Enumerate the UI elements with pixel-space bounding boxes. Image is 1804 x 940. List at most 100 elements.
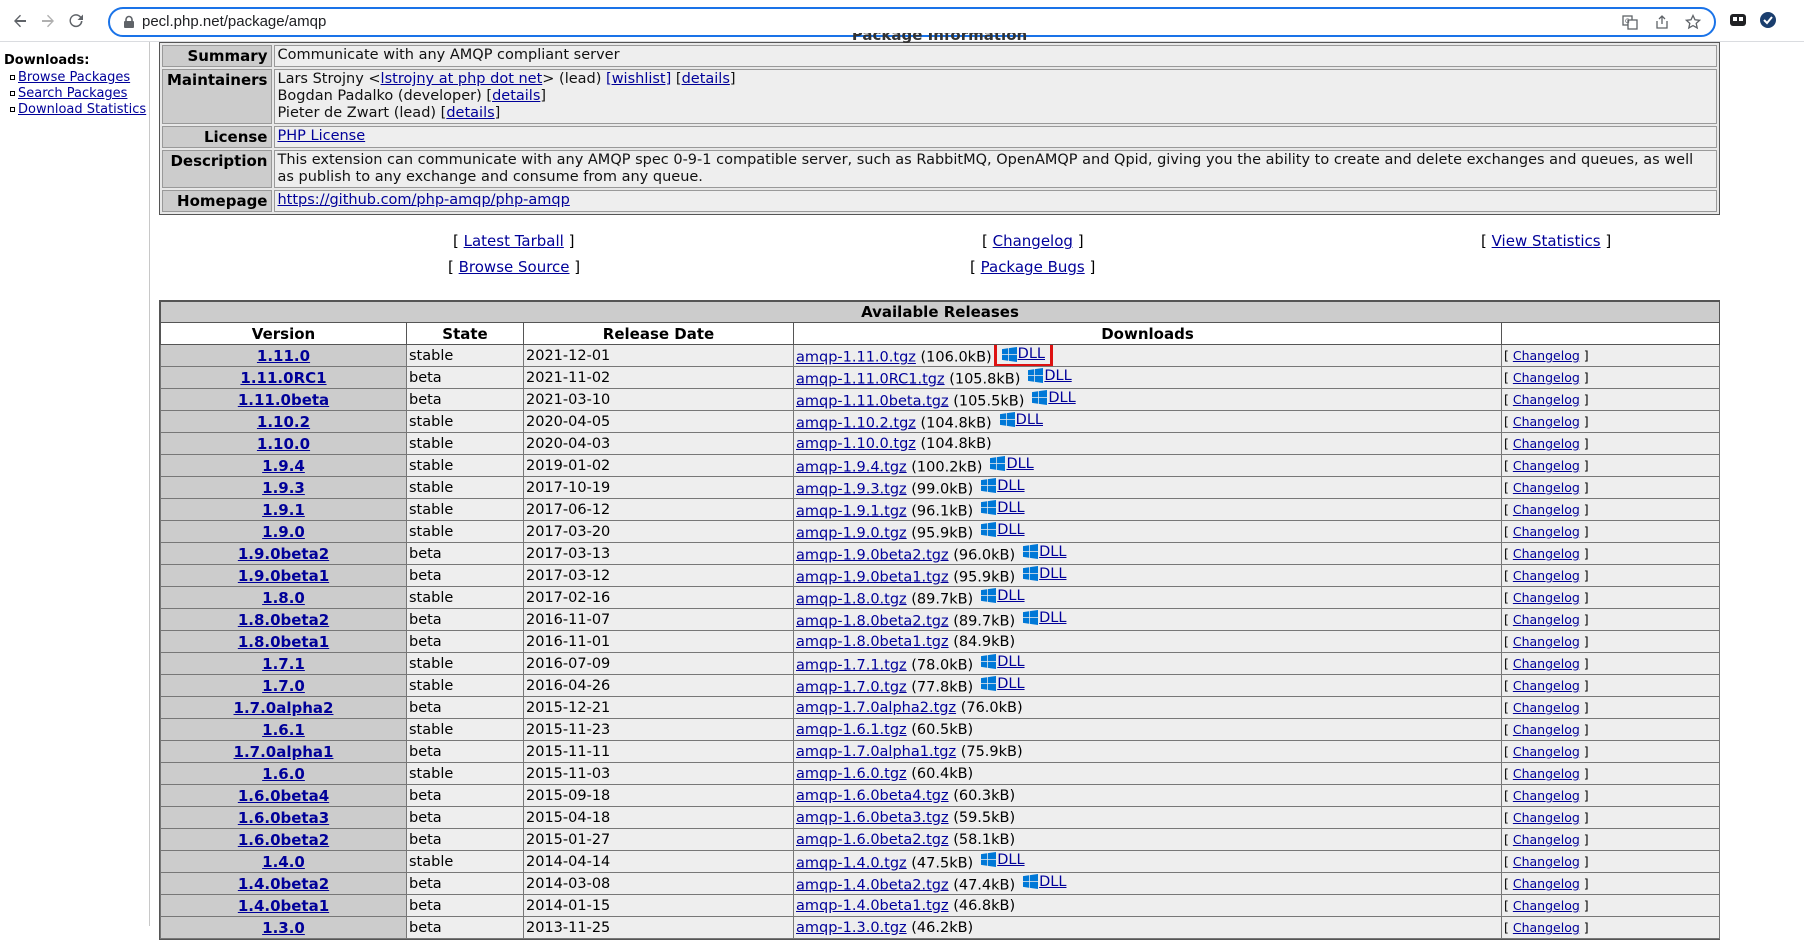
- release-changelog-link[interactable]: Changelog: [1513, 920, 1580, 935]
- dll-download-link[interactable]: DLL: [981, 852, 1025, 868]
- dll-download-link[interactable]: DLL: [1023, 544, 1066, 560]
- dll-download-link[interactable]: DLL: [981, 654, 1025, 670]
- version-link[interactable]: 1.9.3: [262, 479, 305, 497]
- changelog-action[interactable]: [ Changelog ]: [982, 232, 1084, 250]
- version-link[interactable]: 1.10.0: [257, 435, 310, 453]
- version-link[interactable]: 1.11.0RC1: [240, 369, 326, 387]
- latest-tarball-link[interactable]: Latest Tarball: [464, 232, 564, 250]
- dll-download-link[interactable]: DLL: [1028, 368, 1072, 384]
- tgz-download-link[interactable]: amqp-1.6.0beta3.tgz: [796, 810, 949, 826]
- release-changelog-link[interactable]: Changelog: [1513, 854, 1580, 869]
- url-text[interactable]: pecl.php.net/package/amqp: [142, 13, 326, 30]
- release-changelog-link[interactable]: Changelog: [1513, 612, 1580, 627]
- version-link[interactable]: 1.4.0: [262, 853, 305, 871]
- tgz-download-link[interactable]: amqp-1.4.0beta1.tgz: [796, 898, 949, 914]
- dll-download-link[interactable]: DLL: [981, 500, 1025, 516]
- version-link[interactable]: 1.10.2: [257, 413, 310, 431]
- tgz-download-link[interactable]: amqp-1.9.4.tgz: [796, 459, 907, 475]
- sidebar-item-browse-packages[interactable]: Browse Packages: [10, 70, 146, 86]
- dll-download-link[interactable]: DLL: [981, 676, 1025, 692]
- sidebar-link-download-statistics[interactable]: Download Statistics: [18, 102, 146, 117]
- release-changelog-link[interactable]: Changelog: [1513, 480, 1580, 495]
- tgz-download-link[interactable]: amqp-1.6.1.tgz: [796, 722, 907, 738]
- dll-download-link[interactable]: DLL: [999, 412, 1043, 428]
- maintainer-email-link[interactable]: lstrojny at php dot net: [381, 71, 543, 87]
- dll-label[interactable]: DLL: [997, 500, 1024, 516]
- tgz-download-link[interactable]: amqp-1.10.2.tgz: [796, 415, 916, 431]
- version-link[interactable]: 1.6.0beta3: [238, 809, 329, 827]
- dll-download-link[interactable]: DLL: [1023, 610, 1066, 626]
- tgz-download-link[interactable]: amqp-1.3.0.tgz: [796, 920, 907, 936]
- tgz-download-link[interactable]: amqp-1.8.0beta1.tgz: [796, 634, 949, 650]
- details-link-lars[interactable]: details: [682, 71, 730, 87]
- tgz-download-link[interactable]: amqp-1.6.0.tgz: [796, 766, 907, 782]
- tgz-download-link[interactable]: amqp-1.9.3.tgz: [796, 481, 907, 497]
- release-changelog-link[interactable]: Changelog: [1513, 348, 1580, 363]
- tgz-download-link[interactable]: amqp-1.11.0.tgz: [796, 350, 916, 366]
- dll-label[interactable]: DLL: [1006, 456, 1033, 472]
- tgz-download-link[interactable]: amqp-1.11.0RC1.tgz: [796, 371, 945, 387]
- browse-source-link[interactable]: Browse Source: [459, 258, 570, 276]
- lock-icon[interactable]: [122, 15, 136, 29]
- release-changelog-link[interactable]: Changelog: [1513, 634, 1580, 649]
- dll-download-link[interactable]: DLL: [981, 588, 1025, 604]
- tgz-download-link[interactable]: amqp-1.7.0alpha2.tgz: [796, 700, 956, 716]
- release-changelog-link[interactable]: Changelog: [1513, 788, 1580, 803]
- tgz-download-link[interactable]: amqp-1.4.0beta2.tgz: [796, 877, 949, 893]
- tgz-download-link[interactable]: amqp-1.4.0.tgz: [796, 855, 907, 871]
- release-changelog-link[interactable]: Changelog: [1513, 568, 1580, 583]
- version-link[interactable]: 1.7.1: [262, 655, 305, 673]
- package-bugs-action[interactable]: [ Package Bugs ]: [970, 258, 1095, 276]
- release-changelog-link[interactable]: Changelog: [1513, 458, 1580, 473]
- release-changelog-link[interactable]: Changelog: [1513, 744, 1580, 759]
- version-link[interactable]: 1.4.0beta2: [238, 875, 329, 893]
- version-link[interactable]: 1.9.1: [262, 501, 305, 519]
- tgz-download-link[interactable]: amqp-1.6.0beta2.tgz: [796, 832, 949, 848]
- release-changelog-link[interactable]: Changelog: [1513, 898, 1580, 913]
- details-link-pieter[interactable]: details: [446, 105, 494, 121]
- version-link[interactable]: 1.4.0beta1: [238, 897, 329, 915]
- version-link[interactable]: 1.3.0: [262, 919, 305, 937]
- release-changelog-link[interactable]: Changelog: [1513, 414, 1580, 429]
- version-link[interactable]: 1.6.0beta4: [238, 787, 329, 805]
- dll-label[interactable]: DLL: [1044, 368, 1071, 384]
- tgz-download-link[interactable]: amqp-1.8.0beta2.tgz: [796, 613, 949, 629]
- wishlist-link[interactable]: [wishlist]: [606, 71, 671, 87]
- translate-icon[interactable]: G: [1622, 14, 1638, 30]
- changelog-link[interactable]: Changelog: [993, 232, 1073, 250]
- version-link[interactable]: 1.7.0alpha2: [234, 699, 334, 717]
- bookmark-star-icon[interactable]: [1685, 14, 1701, 30]
- version-link[interactable]: 1.8.0beta1: [238, 633, 329, 651]
- extension-icon[interactable]: [1729, 11, 1747, 29]
- dll-label[interactable]: DLL: [1016, 412, 1043, 428]
- release-changelog-link[interactable]: Changelog: [1513, 678, 1580, 693]
- tgz-download-link[interactable]: amqp-1.9.0.tgz: [796, 525, 907, 541]
- reload-icon[interactable]: [64, 9, 88, 33]
- dll-label[interactable]: DLL: [997, 588, 1024, 604]
- dll-download-link[interactable]: DLL: [1023, 566, 1066, 582]
- version-link[interactable]: 1.11.0beta: [238, 391, 329, 409]
- version-link[interactable]: 1.6.0: [262, 765, 305, 783]
- dll-label[interactable]: DLL: [997, 852, 1024, 868]
- dll-label[interactable]: DLL: [997, 676, 1024, 692]
- version-link[interactable]: 1.8.0: [262, 589, 305, 607]
- tgz-download-link[interactable]: amqp-1.7.0alpha1.tgz: [796, 744, 956, 760]
- dll-label[interactable]: DLL: [1039, 566, 1066, 582]
- version-link[interactable]: 1.9.0: [262, 523, 305, 541]
- dll-download-link[interactable]: DLL: [993, 345, 1054, 366]
- sidebar-item-search-packages[interactable]: Search Packages: [10, 86, 146, 102]
- release-changelog-link[interactable]: Changelog: [1513, 546, 1580, 561]
- release-changelog-link[interactable]: Changelog: [1513, 524, 1580, 539]
- tgz-download-link[interactable]: amqp-1.9.0beta2.tgz: [796, 547, 949, 563]
- release-changelog-link[interactable]: Changelog: [1513, 502, 1580, 517]
- release-changelog-link[interactable]: Changelog: [1513, 766, 1580, 781]
- sidebar-link-search-packages[interactable]: Search Packages: [18, 86, 127, 101]
- release-changelog-link[interactable]: Changelog: [1513, 436, 1580, 451]
- version-link[interactable]: 1.8.0beta2: [238, 611, 329, 629]
- verified-check-icon[interactable]: [1759, 11, 1777, 29]
- dll-label[interactable]: DLL: [1048, 390, 1075, 406]
- tgz-download-link[interactable]: amqp-1.11.0beta.tgz: [796, 393, 949, 409]
- version-link[interactable]: 1.6.1: [262, 721, 305, 739]
- dll-download-link[interactable]: DLL: [1023, 874, 1066, 890]
- homepage-link[interactable]: https://github.com/php-amqp/php-amqp: [277, 192, 569, 208]
